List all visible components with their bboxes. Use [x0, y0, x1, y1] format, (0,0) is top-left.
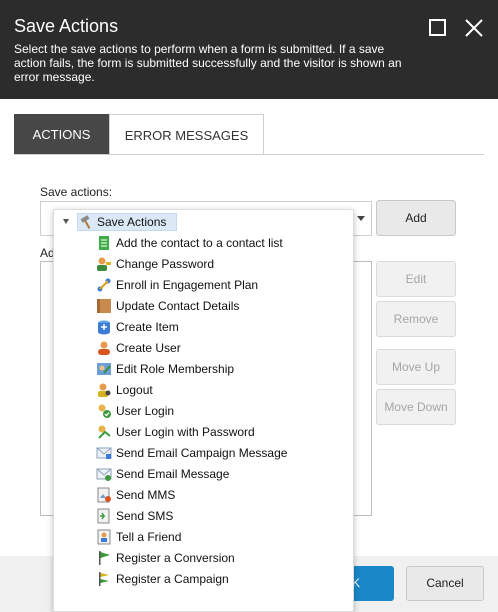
- tree-item-enroll-engagement-plan[interactable]: Enroll in Engagement Plan: [96, 276, 346, 294]
- cancel-button[interactable]: Cancel: [406, 566, 484, 601]
- tree-item-edit-role-membership[interactable]: Edit Role Membership: [96, 360, 346, 378]
- contact-details-icon: [96, 298, 112, 314]
- tree-item-add-contact-to-list[interactable]: Add the contact to a contact list: [96, 234, 346, 252]
- tree-item-label: User Login: [116, 404, 175, 418]
- close-icon[interactable]: [464, 18, 484, 38]
- tree-item-send-email-message[interactable]: Send Email Message: [96, 465, 346, 483]
- tree-item-change-password[interactable]: Change Password: [96, 255, 346, 273]
- dialog-header: Save Actions Select the save actions to …: [0, 0, 498, 99]
- tree-item-create-user[interactable]: Create User: [96, 339, 346, 357]
- tree-item-label: Register a Campaign: [116, 572, 229, 586]
- tree-item-send-email-campaign[interactable]: Send Email Campaign Message: [96, 444, 346, 462]
- move-down-button[interactable]: Move Down: [376, 389, 456, 425]
- create-user-icon: [96, 340, 112, 356]
- email-message-icon: [96, 466, 112, 482]
- tree-item-label: User Login with Password: [116, 425, 255, 439]
- save-actions-label: Save actions:: [40, 185, 113, 199]
- tree-item-label: Create Item: [116, 320, 179, 334]
- tree-item-user-login-with-password[interactable]: User Login with Password: [96, 423, 346, 441]
- tree-item-label: Logout: [116, 383, 153, 397]
- tree-item-send-sms[interactable]: Send SMS: [96, 507, 346, 525]
- tree-item-label: Send Email Message: [116, 467, 230, 481]
- campaign-icon: [96, 571, 112, 587]
- save-actions-dropdown[interactable]: Save Actions Add the contact to a contac…: [53, 209, 354, 612]
- user-login-icon: [96, 403, 112, 419]
- tab-divider: [14, 154, 484, 155]
- tree-item-send-mms[interactable]: Send MMS: [96, 486, 346, 504]
- sms-icon: [96, 508, 112, 524]
- email-campaign-icon: [96, 445, 112, 461]
- dropdown-arrow-icon[interactable]: [357, 216, 365, 221]
- tree-item-create-item[interactable]: Create Item: [96, 318, 346, 336]
- tree-item-user-login[interactable]: User Login: [96, 402, 346, 420]
- tree-item-label: Create User: [116, 341, 181, 355]
- maximize-icon[interactable]: [428, 18, 448, 38]
- tree-item-tell-a-friend[interactable]: Tell a Friend: [96, 528, 346, 546]
- tree-item-update-contact-details[interactable]: Update Contact Details: [96, 297, 346, 315]
- collapse-toggle-icon[interactable]: [63, 219, 69, 224]
- move-up-button[interactable]: Move Up: [376, 349, 456, 385]
- conversion-flag-icon: [96, 550, 112, 566]
- change-password-icon: [96, 256, 112, 272]
- tree-item-label: Send MMS: [116, 488, 176, 502]
- mms-icon: [96, 487, 112, 503]
- tree-item-logout[interactable]: Logout: [96, 381, 346, 399]
- tree-item-label: Tell a Friend: [116, 530, 182, 544]
- dialog-description: Select the save actions to perform when …: [14, 42, 402, 84]
- tree-item-label: Register a Conversion: [116, 551, 235, 565]
- logout-icon: [96, 382, 112, 398]
- engagement-plan-icon: [96, 277, 112, 293]
- add-button[interactable]: Add: [376, 200, 456, 236]
- tab-error-messages[interactable]: ERROR MESSAGES: [109, 114, 264, 155]
- tab-actions[interactable]: ACTIONS: [14, 114, 109, 155]
- tree-root-label: Save Actions: [97, 215, 167, 229]
- tree-item-label: Update Contact Details: [116, 299, 240, 313]
- tree-item-label: Add the contact to a contact list: [116, 236, 283, 250]
- tree-item-register-conversion[interactable]: Register a Conversion: [96, 549, 346, 567]
- tree-item-label: Enroll in Engagement Plan: [116, 278, 259, 292]
- role-membership-icon: [96, 361, 112, 377]
- tree-item-label: Send Email Campaign Message: [116, 446, 288, 460]
- dialog-title: Save Actions: [14, 16, 119, 36]
- contact-list-icon: [96, 235, 112, 251]
- hammer-icon: [79, 214, 95, 233]
- login-password-icon: [96, 424, 112, 440]
- create-item-icon: [96, 319, 112, 335]
- tell-friend-icon: [96, 529, 112, 545]
- remove-button[interactable]: Remove: [376, 301, 456, 337]
- tree-item-label: Change Password: [116, 257, 215, 271]
- edit-button[interactable]: Edit: [376, 261, 456, 297]
- tree-item-register-campaign[interactable]: Register a Campaign: [96, 570, 346, 588]
- tree-item-label: Edit Role Membership: [116, 362, 235, 376]
- tree-item-label: Send SMS: [116, 509, 174, 523]
